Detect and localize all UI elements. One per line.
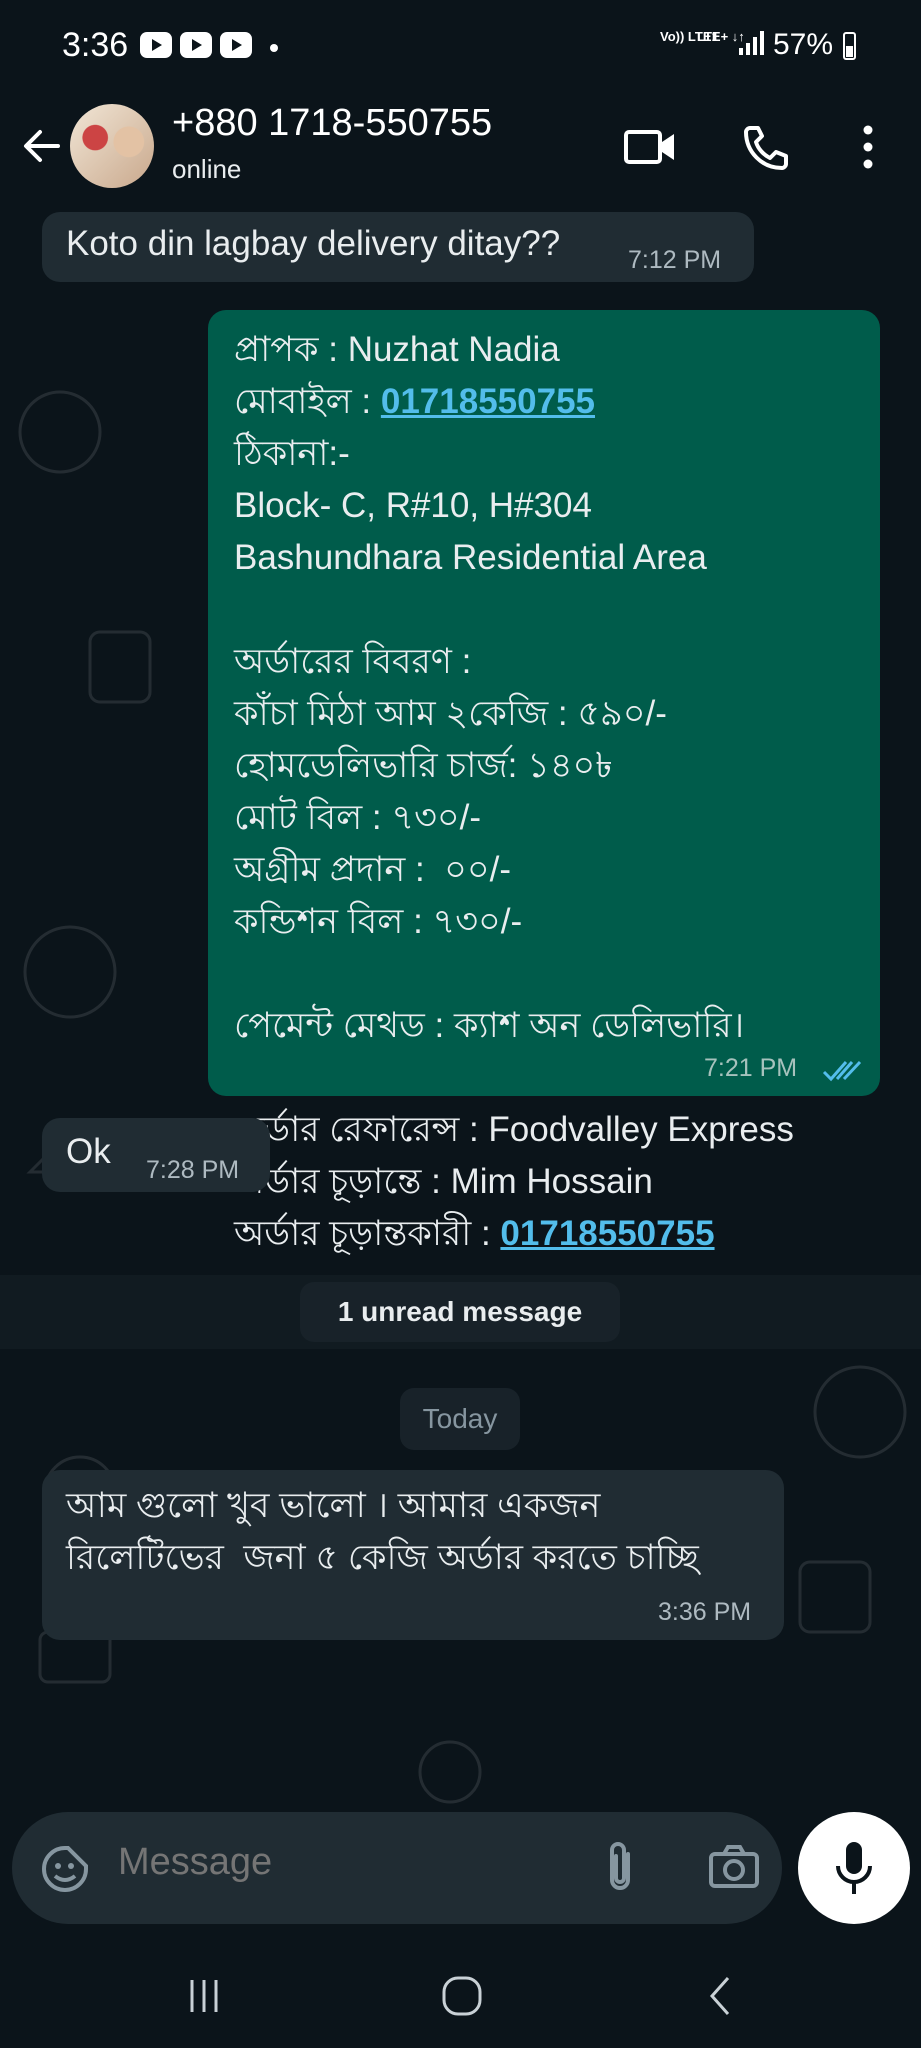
total-bill: মোট বিল : ৭৩০/-	[234, 798, 481, 837]
status-bar: 3:36 Vo)) LTE1 LTE+ ↓↑ 57%	[0, 0, 921, 96]
signal-icon	[739, 31, 764, 55]
condition-bill: কন্ডিশন বিল : ৭৩০/-	[234, 902, 523, 941]
youtube-icon	[140, 32, 172, 58]
phone-link[interactable]: 01718550755	[381, 382, 595, 421]
status-time: 3:36	[62, 26, 129, 64]
contact-name[interactable]: +880 1718-550755	[172, 102, 492, 145]
message-incoming[interactable]: Koto din lagbay delivery ditay?? 7:12 PM	[42, 212, 754, 282]
order-finalizer: অর্ডার চূড়ান্তে : Mim Hossain	[234, 1162, 653, 1201]
sticker-icon[interactable]	[40, 1844, 90, 1894]
advance-paid: অগ্রীম প্রদান : ০০/-	[234, 850, 512, 889]
message-time: 3:36 PM	[658, 1598, 752, 1626]
mic-button[interactable]	[798, 1812, 910, 1924]
phone-link[interactable]: 01718550755	[500, 1214, 714, 1253]
payment-method: পেমেন্ট মেথড : ক্যাশ অন ডেলিভারি।	[234, 1006, 745, 1045]
mobile-label: মোবাইল :	[234, 382, 381, 421]
address-line-1: Block- C, R#10, H#304	[234, 486, 592, 525]
chat-area[interactable]: Koto din lagbay delivery ditay?? 7:12 PM…	[0, 212, 921, 1807]
back-nav-icon[interactable]	[690, 1972, 750, 2020]
delivery-charge: হোমডেলিভারি চার্জ: ১৪০৳	[234, 746, 613, 785]
more-notifications-dot	[270, 44, 278, 52]
message-text: Koto din lagbay delivery ditay??	[66, 224, 561, 263]
message-composer	[12, 1812, 782, 1924]
double-check-icon	[822, 1060, 862, 1082]
recent-apps-icon[interactable]	[174, 1972, 234, 2020]
order-heading: অর্ডারের বিবরণ :	[234, 642, 472, 681]
message-incoming[interactable]: Ok 7:28 PM	[42, 1118, 270, 1192]
message-text: Ok	[66, 1132, 111, 1171]
paperclip-icon[interactable]	[600, 1840, 640, 1896]
more-vertical-icon[interactable]	[848, 122, 888, 172]
phone-icon[interactable]	[740, 122, 796, 172]
message-time: 7:28 PM	[146, 1156, 240, 1184]
video-camera-icon[interactable]	[622, 122, 678, 172]
youtube-icon	[180, 32, 212, 58]
message-outgoing[interactable]: প্রাপক : Nuzhat Nadia মোবাইল : 017185507…	[208, 310, 880, 1253]
camera-icon[interactable]	[708, 1842, 760, 1892]
mobile-line: মোবাইল : 01718550755	[234, 376, 794, 428]
message-time: 7:12 PM	[628, 246, 722, 274]
address-line-2: Bashundhara Residential Area	[234, 538, 707, 577]
message-incoming[interactable]: আম গুলো খুব ভালো । আমার একজন রিলেটিভের জ…	[42, 1470, 784, 1640]
date-chip: Today	[400, 1388, 520, 1450]
order-details: প্রাপক : Nuzhat Nadia মোবাইল : 017185507…	[234, 324, 794, 1260]
home-icon[interactable]	[432, 1972, 492, 2020]
microphone-icon	[836, 1842, 872, 1894]
order-item: কাঁচা মিঠা আম ২কেজি : ৫৯০/-	[234, 694, 667, 733]
battery-icon	[843, 32, 856, 60]
address-label: ঠিকানা:-	[234, 434, 350, 473]
chat-header: +880 1718-550755 online	[0, 96, 921, 212]
message-text-line-2: রিলেটিভের জনা ৫ কেজি অর্ডার করতে চাচ্ছি	[66, 1538, 699, 1577]
arrow-left-icon[interactable]	[18, 122, 66, 170]
confirmer-label: অর্ডার চূড়ান্তকারী :	[234, 1214, 501, 1253]
message-input[interactable]	[116, 1840, 540, 1885]
unread-count: 1 unread message	[300, 1282, 620, 1342]
youtube-icon	[220, 32, 252, 58]
recipient-line: প্রাপক : Nuzhat Nadia	[234, 330, 560, 369]
avatar[interactable]	[70, 104, 154, 188]
confirmer-line: অর্ডার চূড়ান্তকারী : 01718550755	[234, 1208, 794, 1260]
battery-percent: 57%	[773, 28, 834, 61]
system-navigation-bar	[0, 1942, 921, 2048]
message-text-line-1: আম গুলো খুব ভালো । আমার একজন	[66, 1486, 601, 1525]
contact-status: online	[172, 154, 242, 184]
order-reference: অর্ডার রেফারেন্স : Foodvalley Express	[234, 1110, 794, 1149]
notification-icons	[140, 32, 252, 58]
message-time: 7:21 PM	[704, 1054, 798, 1082]
